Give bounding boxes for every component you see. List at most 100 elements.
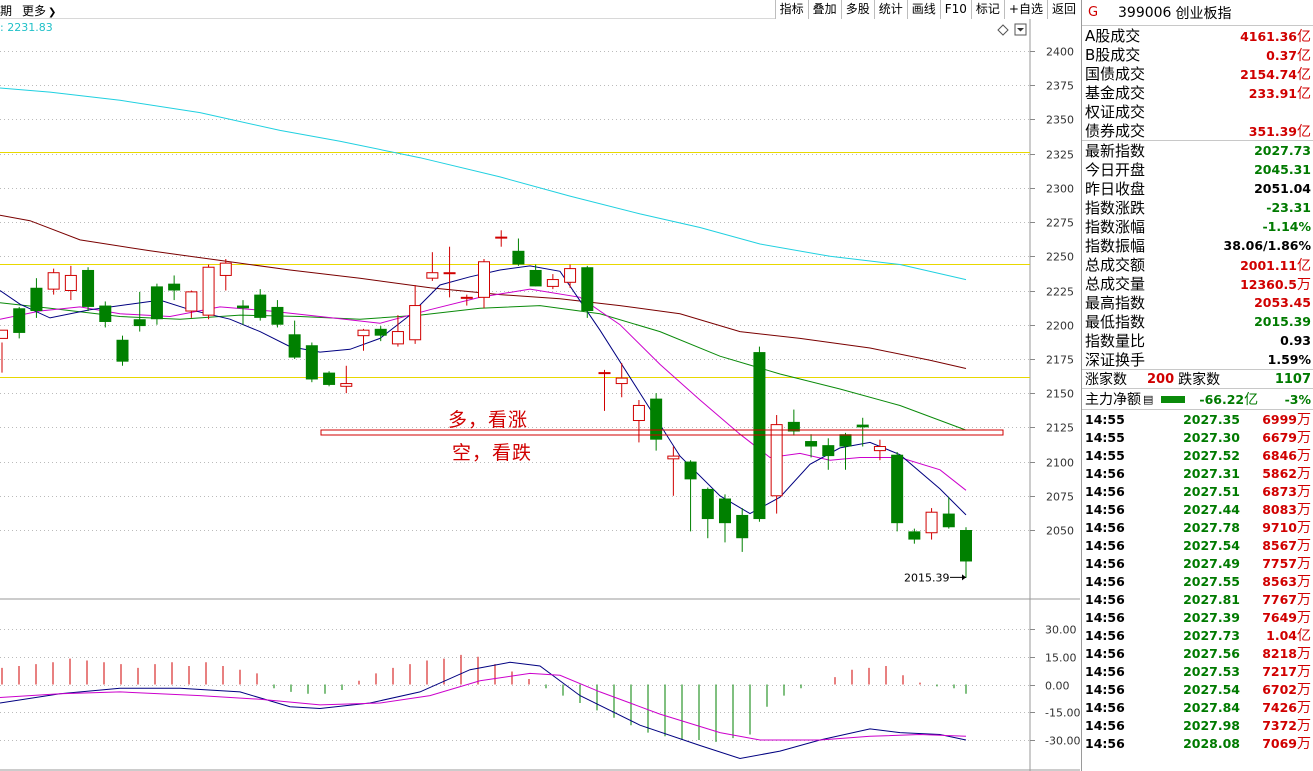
- stat-row: 昨日收盘 2051.04: [1082, 179, 1313, 198]
- tick-time: 14:56: [1085, 555, 1125, 571]
- tick-row[interactable]: 14:56 2027.98 7372万: [1082, 716, 1313, 735]
- menu-icon[interactable]: ▤: [1143, 393, 1153, 406]
- statistics-button[interactable]: 统计: [873, 0, 907, 19]
- stat-label: 总成交额: [1085, 256, 1146, 274]
- stat-value: 2027.73: [1254, 143, 1311, 158]
- tick-volume: 8563万: [1240, 571, 1313, 591]
- tick-volume: 6679万: [1240, 427, 1313, 447]
- up-count: 200: [1147, 371, 1175, 387]
- stat-value: 0.93: [1280, 333, 1311, 348]
- candle-body: [185, 291, 198, 312]
- tick-row[interactable]: 14:56 2027.81 7767万: [1082, 589, 1313, 609]
- y-tick-label: 2350: [1046, 114, 1074, 127]
- tick-price: 2027.39: [1183, 609, 1240, 625]
- diamond-icon: [997, 24, 1009, 36]
- candle-body: [839, 434, 852, 447]
- candle-body: [925, 511, 938, 534]
- tick-volume: 6846万: [1240, 445, 1313, 465]
- tick-time: 14:55: [1085, 411, 1125, 427]
- stat-row: 最低指数 2015.39: [1082, 312, 1313, 331]
- draw-line-button[interactable]: 画线: [906, 0, 940, 19]
- tick-time: 14:55: [1085, 447, 1125, 463]
- candle-body: [684, 461, 697, 480]
- tick-volume-number: 6873: [1262, 484, 1297, 499]
- tick-row[interactable]: 14:56 2027.73 1.04亿: [1082, 626, 1313, 645]
- flow-unit: 亿: [1244, 392, 1259, 408]
- index-code: 399006: [1118, 4, 1172, 21]
- indicator-line: [0, 672, 967, 741]
- candle-body: [667, 455, 680, 460]
- tick-time: 14:56: [1085, 627, 1125, 643]
- stat-value: 2045.31: [1254, 162, 1311, 177]
- tick-volume-number: 1.04: [1266, 628, 1297, 643]
- tick-row[interactable]: 14:55 2027.30 6679万: [1082, 427, 1313, 447]
- overlay-button[interactable]: 叠加: [807, 0, 841, 19]
- tick-row[interactable]: 14:56 2027.84 7426万: [1082, 697, 1313, 717]
- add-watchlist-button[interactable]: +自选: [1003, 0, 1047, 19]
- f10-button[interactable]: F10: [939, 0, 971, 19]
- tick-volume-unit: 万: [1297, 484, 1311, 500]
- tick-volume-unit: 万: [1297, 466, 1311, 482]
- y-tick-label: 30.00: [1045, 624, 1077, 637]
- candle-body: [237, 305, 249, 309]
- tick-row[interactable]: 14:56 2027.54 6702万: [1082, 680, 1313, 699]
- tick-row[interactable]: 14:56 2027.54 8567万: [1082, 535, 1313, 555]
- candlestick-chart[interactable]: 2400 2375 2350 2325 2300 2275 2250 2225 2200 2175…: [0, 0, 1080, 771]
- tick-row[interactable]: 14:56 2027.78 9710万: [1082, 518, 1313, 537]
- tick-time: 14:56: [1085, 519, 1125, 535]
- tick-time: 14:56: [1085, 663, 1125, 679]
- turnover-row: 基金成交 233.91亿: [1082, 83, 1313, 102]
- candle-body: [340, 383, 353, 387]
- tick-list[interactable]: 14:55 2027.35 6999万 14:55 2027.30 6679万 14:55 2…: [1082, 410, 1313, 753]
- y-tick-label: 2275: [1046, 217, 1074, 230]
- mark-button[interactable]: 标记: [970, 0, 1004, 19]
- period-selector[interactable]: 期: [0, 2, 12, 19]
- stat-number: 2027.73: [1254, 143, 1311, 158]
- market-breadth: 涨家数 200 跌家数 1107: [1082, 369, 1313, 389]
- tick-volume-number: 7757: [1262, 556, 1297, 571]
- more-menu[interactable]: 更多 ❯: [22, 2, 56, 19]
- tick-row[interactable]: 14:56 2027.31 5862万: [1082, 464, 1313, 483]
- candle-body: [0, 329, 8, 339]
- tick-row[interactable]: 14:56 2027.39 7649万: [1082, 608, 1313, 627]
- back-button[interactable]: 返回: [1046, 0, 1080, 19]
- tick-row[interactable]: 14:55 2027.35 6999万: [1082, 410, 1313, 429]
- tick-time: 14:56: [1085, 681, 1125, 697]
- y-tick-label: 2125: [1046, 422, 1074, 435]
- stat-number: 1.59%: [1267, 352, 1311, 367]
- candle-body: [495, 236, 508, 239]
- tick-row[interactable]: 14:56 2027.51 6873万: [1082, 482, 1313, 501]
- turnover-row: 权证成交: [1082, 102, 1313, 121]
- candle-body: [891, 454, 904, 524]
- tick-volume: 8567万: [1240, 535, 1313, 555]
- tick-row[interactable]: 14:56 2027.49 7757万: [1082, 554, 1313, 573]
- candle-body: [719, 498, 731, 524]
- tick-row[interactable]: 14:56 2027.56 8218万: [1082, 644, 1313, 663]
- up-count-label: 涨家数: [1085, 372, 1127, 388]
- tick-price: 2027.55: [1183, 573, 1240, 589]
- tick-row[interactable]: 14:55 2027.52 6846万: [1082, 445, 1313, 465]
- candle-body: [856, 424, 869, 428]
- y-tick-label: 2300: [1046, 183, 1074, 196]
- stat-row: 最高指数 2053.45: [1082, 293, 1313, 312]
- tick-volume: 7426万: [1240, 697, 1313, 717]
- tick-price: 2027.53: [1183, 663, 1240, 679]
- turnover-value: 2154.74亿: [1240, 64, 1311, 84]
- tick-time: 14:56: [1085, 609, 1125, 625]
- tick-row[interactable]: 14:56 2027.55 8563万: [1082, 571, 1313, 591]
- candle-body: [305, 345, 318, 380]
- indicator-button[interactable]: 指标: [774, 0, 808, 19]
- tick-row[interactable]: 14:56 2027.44 8083万: [1082, 500, 1313, 519]
- tick-time: 14:55: [1085, 429, 1125, 445]
- tick-row[interactable]: 14:56 2027.53 7217万: [1082, 662, 1313, 681]
- y-tick-label: 2050: [1046, 525, 1074, 538]
- candle-body: [82, 269, 95, 307]
- tick-volume: 7767万: [1240, 589, 1313, 609]
- stat-value: 12360.5万: [1240, 274, 1311, 294]
- tick-volume-unit: 万: [1297, 448, 1311, 464]
- multi-stock-button[interactable]: 多股: [840, 0, 874, 19]
- tick-row[interactable]: 14:56 2028.08 7069万: [1082, 734, 1313, 753]
- annotation-long: 多，看涨: [448, 409, 529, 431]
- tick-price: 2027.51: [1183, 483, 1240, 499]
- y-tick-label: 0.00: [1045, 680, 1070, 693]
